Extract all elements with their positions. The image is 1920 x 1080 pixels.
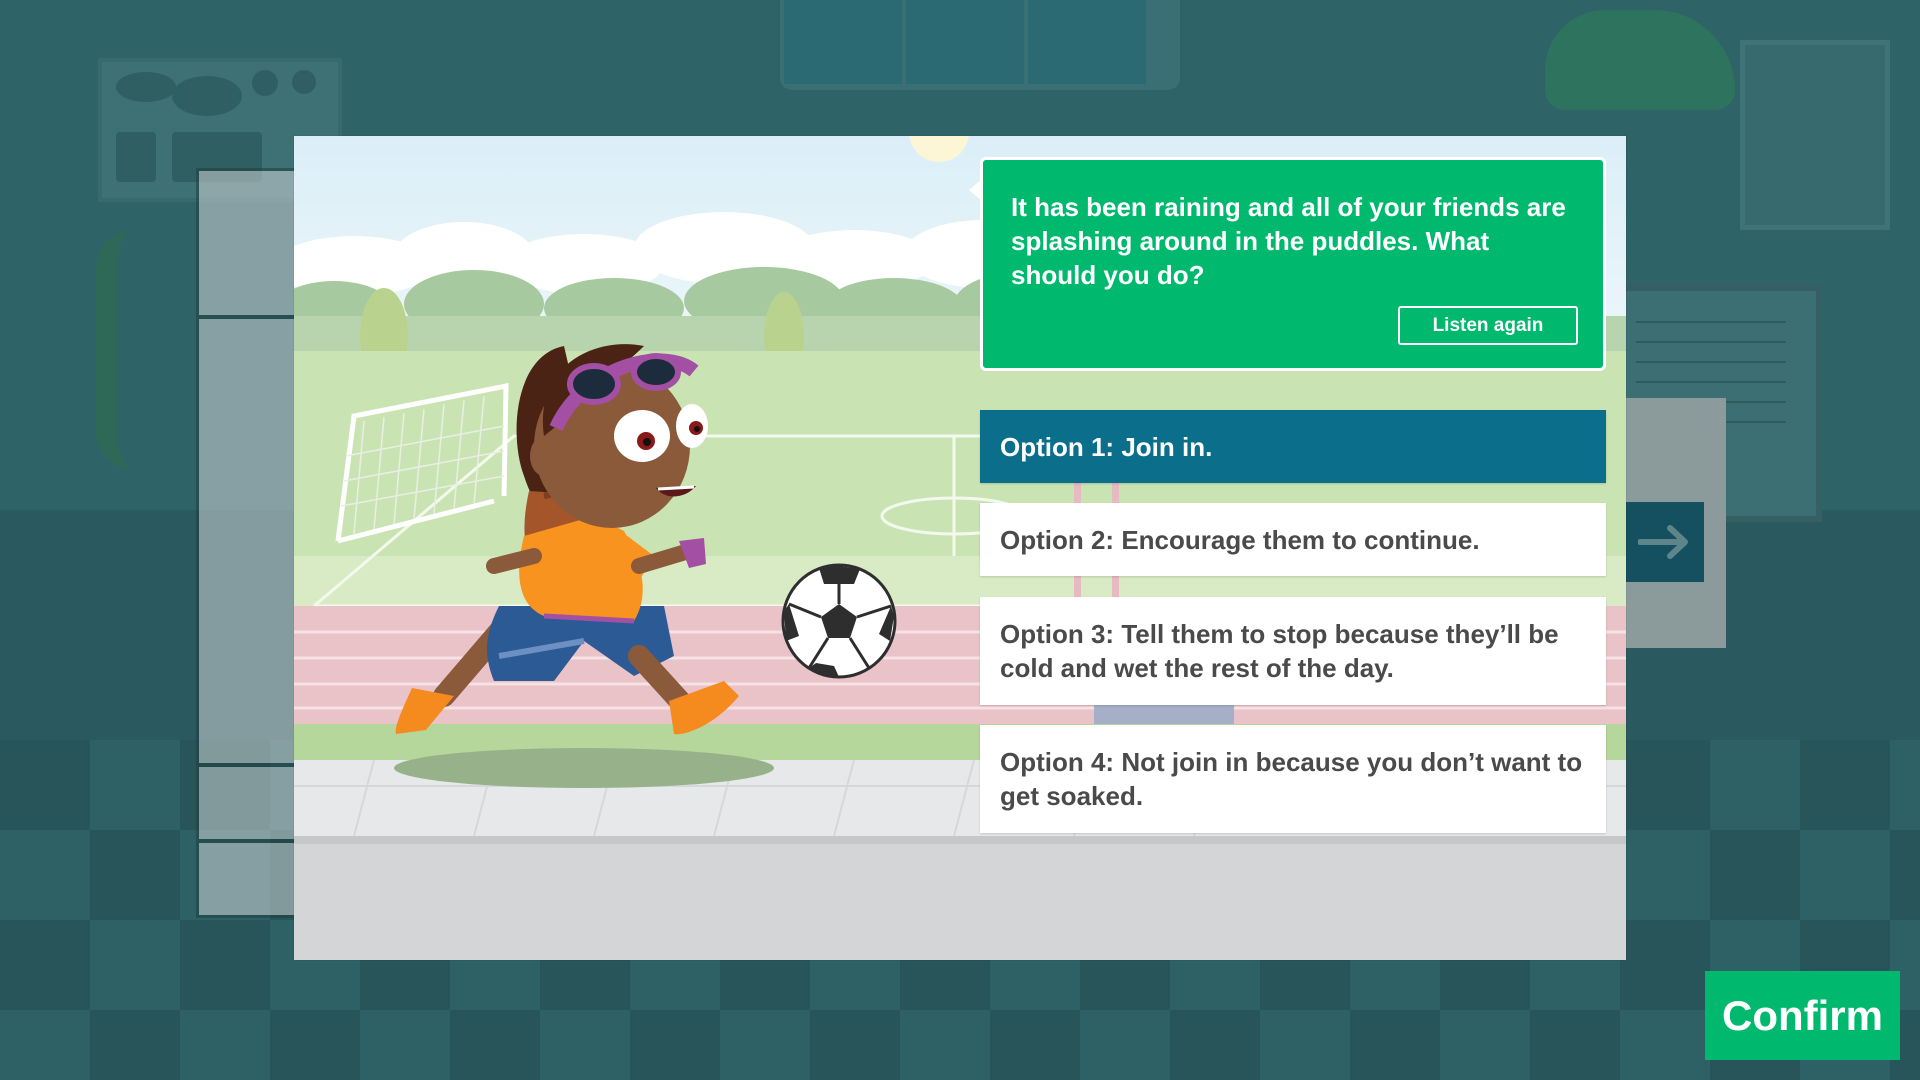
confirm-button[interactable]: Confirm	[1705, 971, 1900, 1060]
option-1-label: Option 1: Join in.	[1000, 431, 1213, 462]
option-2[interactable]: Option 2: Encourage them to continue.	[980, 503, 1606, 576]
background-window	[780, 0, 1180, 90]
option-3[interactable]: Option 3: Tell them to stop because they…	[980, 597, 1606, 705]
listen-again-button[interactable]: Listen again	[1398, 306, 1578, 345]
background-vine	[95, 230, 187, 470]
option-1[interactable]: Option 1: Join in.	[980, 410, 1606, 483]
option-2-label: Option 2: Encourage them to continue.	[1000, 524, 1480, 555]
arrow-right-icon	[1638, 525, 1688, 559]
background-picture-frame	[1740, 40, 1890, 230]
question-text: It has been raining and all of your frie…	[1011, 192, 1566, 290]
question-card: It has been raining and all of your frie…	[969, 157, 1606, 371]
next-arrow-button	[1624, 502, 1704, 582]
modal-footer	[294, 836, 1626, 960]
soccer-ball	[781, 563, 897, 679]
option-3-label: Option 3: Tell them to stop because they…	[1000, 619, 1559, 683]
option-4-label: Option 4: Not join in because you don’t …	[1000, 747, 1583, 811]
option-4[interactable]: Option 4: Not join in because you don’t …	[980, 725, 1606, 833]
